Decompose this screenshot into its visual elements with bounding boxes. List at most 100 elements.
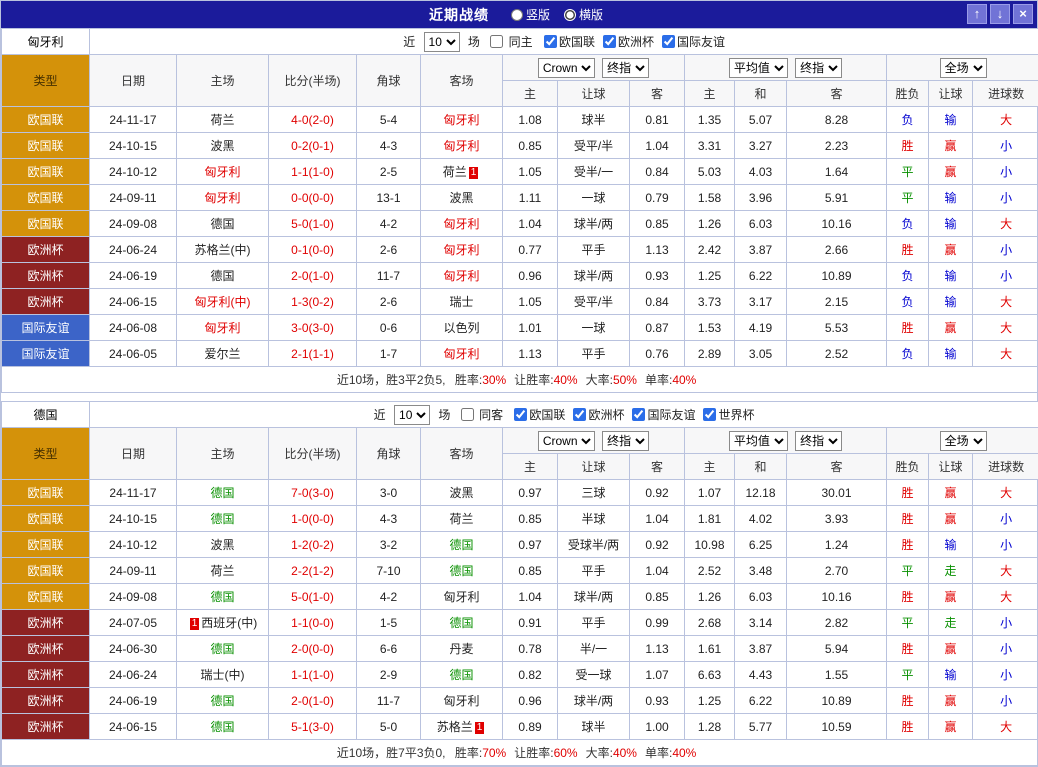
avg-home-odds: 2.68 xyxy=(685,610,735,636)
avg-away-odds: 5.53 xyxy=(787,315,887,341)
league-checkbox[interactable] xyxy=(632,408,645,421)
up-arrow-icon: ↑ xyxy=(974,6,981,21)
result-goals: 大 xyxy=(973,211,1038,237)
horizontal-layout-radio[interactable] xyxy=(564,9,576,21)
widget-title: 近期战绩 xyxy=(429,5,489,25)
move-up-button[interactable]: ↑ xyxy=(967,4,987,24)
result-handicap: 输 xyxy=(929,211,973,237)
summary-stat-value: 40% xyxy=(672,373,696,387)
avg-away-odds: 1.55 xyxy=(787,662,887,688)
away-odds: 1.04 xyxy=(630,558,685,584)
away-odds: 0.85 xyxy=(630,584,685,610)
average-select[interactable]: 平均值 xyxy=(729,431,788,451)
same-venue-checkbox[interactable] xyxy=(461,408,474,421)
scope-select[interactable]: 全场 xyxy=(940,431,987,451)
league-checkbox[interactable] xyxy=(514,408,527,421)
same-venue-checkbox[interactable] xyxy=(490,35,503,48)
avg-draw-odds: 4.19 xyxy=(735,315,787,341)
same-venue-filter[interactable]: 同客 xyxy=(461,408,507,422)
league-filter[interactable]: 欧国联 xyxy=(544,35,595,49)
home-odds: 0.97 xyxy=(503,532,558,558)
red-card-badge: 1 xyxy=(469,167,479,179)
result-goals: 小 xyxy=(973,159,1038,185)
summary-row: 近10场，胜7平3负0, 胜率:70%让胜率:60%大率:40%单率:40% xyxy=(2,740,1038,766)
competition-type: 欧洲杯 xyxy=(2,289,90,315)
team-name: 德国 xyxy=(2,402,90,428)
away-team: 匈牙利 xyxy=(421,341,503,367)
scope-select[interactable]: 全场 xyxy=(940,58,987,78)
corners: 11-7 xyxy=(357,688,421,714)
league-checkbox[interactable] xyxy=(544,35,557,48)
away-odds: 1.00 xyxy=(630,714,685,740)
layout-option-horizontal[interactable]: 横版 xyxy=(556,6,603,23)
result-goals: 小 xyxy=(973,662,1038,688)
league-checkbox[interactable] xyxy=(662,35,675,48)
away-team: 德国 xyxy=(421,610,503,636)
summary-stat-label: 单率: xyxy=(645,746,672,760)
home-odds: 0.85 xyxy=(503,506,558,532)
filter-row: 德国 近 10 场 同客 欧国联欧洲杯国际友谊世界杯 xyxy=(2,402,1038,428)
team-label: 荷兰 xyxy=(210,113,234,127)
match-count-select[interactable]: 10 xyxy=(424,32,460,52)
away-team: 波黑 xyxy=(421,480,503,506)
layout-option-vertical[interactable]: 竖版 xyxy=(503,6,550,23)
matches-unit-label: 场 xyxy=(438,408,450,422)
away-team: 匈牙利 xyxy=(421,107,503,133)
league-filter[interactable]: 国际友谊 xyxy=(632,408,695,422)
team-label: 荷兰 xyxy=(449,512,473,526)
handicap-line: 球半/两 xyxy=(558,211,630,237)
team-label: 波黑 xyxy=(210,139,234,153)
average-stage-select[interactable]: 终指 xyxy=(795,58,842,78)
handicap-line: 球半/两 xyxy=(558,263,630,289)
close-button[interactable]: × xyxy=(1013,4,1033,24)
vertical-layout-radio[interactable] xyxy=(511,9,523,21)
away-team: 匈牙利 xyxy=(421,237,503,263)
col-header-corners: 角球 xyxy=(357,428,421,480)
avg-draw-odds: 5.07 xyxy=(735,107,787,133)
odds-provider-select[interactable]: Crown xyxy=(538,431,595,451)
avg-away-odds: 10.16 xyxy=(787,584,887,610)
match-date: 24-09-08 xyxy=(90,211,177,237)
home-team: 德国 xyxy=(177,584,269,610)
same-venue-filter[interactable]: 同主 xyxy=(490,35,536,49)
summary-prefix: 近10场，胜7平3负0, xyxy=(337,746,449,760)
home-team: 德国 xyxy=(177,714,269,740)
avg-away-odds: 10.89 xyxy=(787,263,887,289)
corners: 4-2 xyxy=(357,584,421,610)
corners: 11-7 xyxy=(357,263,421,289)
league-filter[interactable]: 国际友谊 xyxy=(662,35,725,49)
move-down-button[interactable]: ↓ xyxy=(990,4,1010,24)
competition-type: 欧国联 xyxy=(2,185,90,211)
league-checkbox[interactable] xyxy=(603,35,616,48)
avg-home-odds: 3.31 xyxy=(685,133,735,159)
league-label: 欧国联 xyxy=(529,408,565,422)
match-count-select[interactable]: 10 xyxy=(394,405,430,425)
match-row: 欧洲杯24-06-24苏格兰(中)0-1(0-0)2-6匈牙利0.77平手1.1… xyxy=(2,237,1038,263)
league-filter[interactable]: 欧国联 xyxy=(514,408,565,422)
average-select[interactable]: 平均值 xyxy=(729,58,788,78)
result-outcome: 负 xyxy=(887,107,929,133)
result-goals: 大 xyxy=(973,480,1038,506)
away-odds: 1.04 xyxy=(630,133,685,159)
average-stage-select[interactable]: 终指 xyxy=(795,431,842,451)
match-row: 欧洲杯24-06-30德国2-0(0-0)6-6丹麦0.78半/一1.131.6… xyxy=(2,636,1038,662)
team-label: 丹麦 xyxy=(449,642,473,656)
competition-type: 国际友谊 xyxy=(2,315,90,341)
match-row: 欧国联24-09-08德国5-0(1-0)4-2匈牙利1.04球半/两0.851… xyxy=(2,584,1038,610)
league-checkbox[interactable] xyxy=(573,408,586,421)
away-team: 德国 xyxy=(421,532,503,558)
league-checkbox[interactable] xyxy=(703,408,716,421)
odds-provider-select[interactable]: Crown xyxy=(538,58,595,78)
result-handicap: 输 xyxy=(929,263,973,289)
team-label: 德国 xyxy=(210,486,234,500)
odds-stage-select[interactable]: 终指 xyxy=(602,431,649,451)
team-label: 匈牙利 xyxy=(443,347,479,361)
summary-stat-label: 让胜率: xyxy=(514,746,553,760)
league-filter[interactable]: 世界杯 xyxy=(703,408,754,422)
league-filter[interactable]: 欧洲杯 xyxy=(573,408,624,422)
odds-stage-select[interactable]: 终指 xyxy=(602,58,649,78)
handicap-line: 三球 xyxy=(558,480,630,506)
result-goals: 小 xyxy=(973,237,1038,263)
league-filter[interactable]: 欧洲杯 xyxy=(603,35,654,49)
avg-home-odds: 1.26 xyxy=(685,584,735,610)
